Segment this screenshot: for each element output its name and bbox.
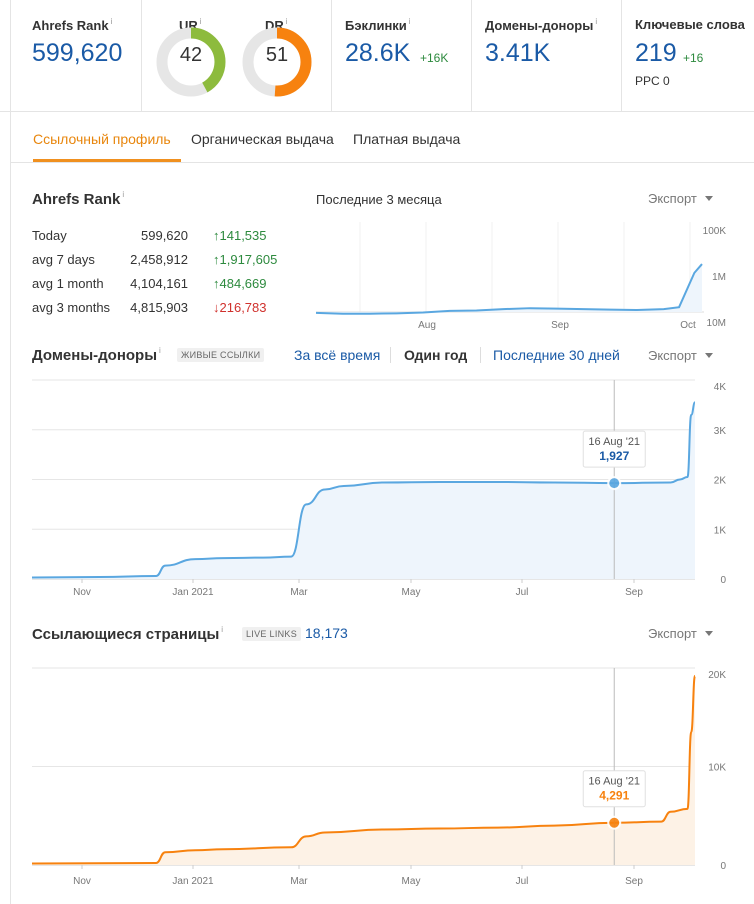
x-tick-label: Jan 2021 <box>172 876 214 887</box>
x-tick-label: Mar <box>290 876 308 887</box>
tooltip-value: 4,291 <box>599 789 629 803</box>
y-tick-label: 20K <box>708 670 726 681</box>
y-tick-label: 10K <box>708 763 726 774</box>
x-tick-label: Sep <box>625 876 643 887</box>
tooltip-date: 16 Aug '21 <box>588 776 640 788</box>
tooltip-marker <box>607 815 622 830</box>
y-tick-label: 0 <box>720 861 726 872</box>
x-tick-label: May <box>402 876 421 887</box>
ref-pages-chart[interactable]: 20K 10K 0 Nov Jan 2021 Mar May Jul Sep 16 Aug '21… <box>0 0 754 904</box>
x-tick-label: Nov <box>73 876 91 887</box>
x-tick-label: Jul <box>516 876 529 887</box>
